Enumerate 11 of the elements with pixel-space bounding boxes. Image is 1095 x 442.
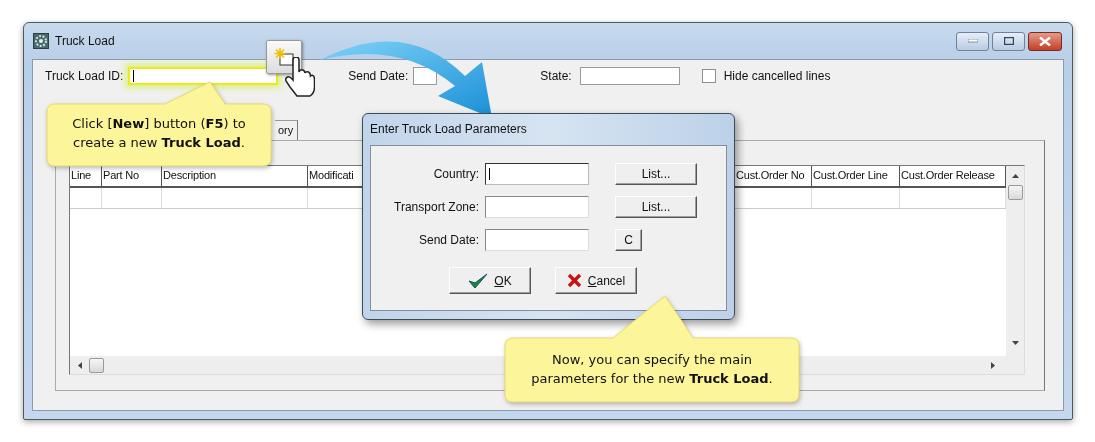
field-label: Transport Zone: xyxy=(393,200,479,214)
window-title: Truck Load xyxy=(55,34,115,48)
dialog-title: Enter Truck Load Parameters xyxy=(370,121,528,138)
field-label: Send Date: xyxy=(417,233,479,247)
field-label: Truck Load ID: xyxy=(45,69,124,83)
field-label: Country: xyxy=(432,167,479,181)
callout-text: Now, you can specify the main parameters for the new Truck Load. xyxy=(530,351,774,388)
field-label: State: xyxy=(540,69,572,83)
checkbox-label: Hide cancelled lines xyxy=(723,69,831,83)
callout-text: Click [New] button (F5) to create a new Truck Load. xyxy=(71,115,247,152)
field-label: Send Date: xyxy=(348,69,409,83)
